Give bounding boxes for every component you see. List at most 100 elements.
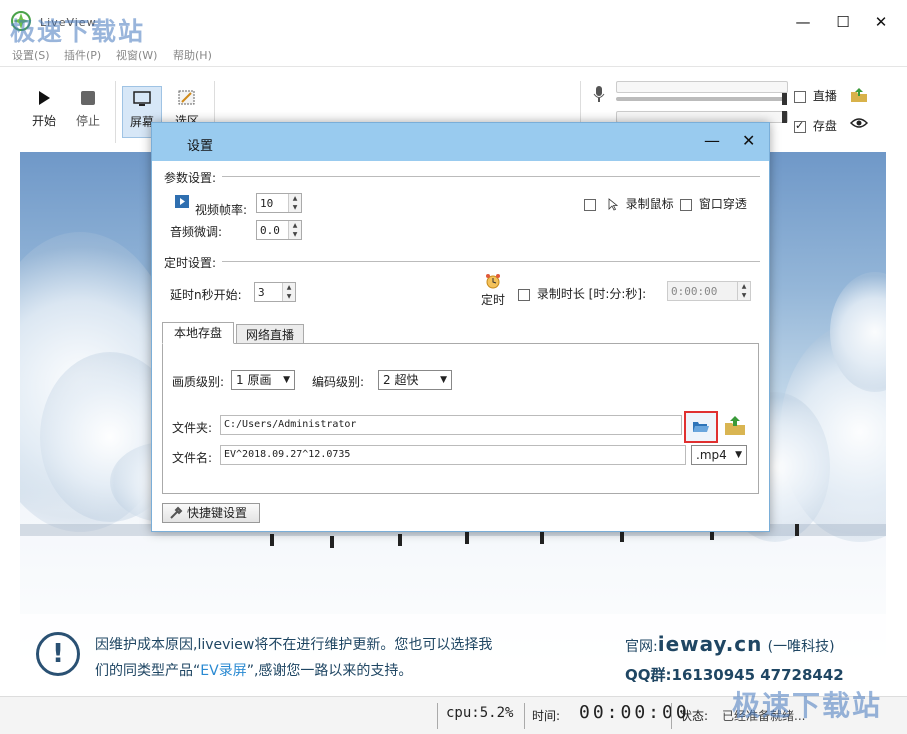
dialog-close-button[interactable]: ✕ <box>742 133 755 149</box>
cpu-usage: cpu:5.2% <box>446 705 514 721</box>
folder-path-input[interactable]: C:/Users/Administrator <box>220 415 682 435</box>
preview-eye-icon[interactable] <box>850 117 868 129</box>
filename-input[interactable]: EV^2018.09.27^12.0735 <box>220 445 686 465</box>
hotkey-settings-label: 快捷键设置 <box>187 506 248 520</box>
duration-value: 0:00:00 <box>671 285 718 298</box>
state-label: 状态: <box>680 709 709 723</box>
spin-arrows-icon[interactable]: ▲ ▼ <box>737 282 750 300</box>
title-bar: LiveView 极速下载站 — ☐ ✕ <box>0 0 907 46</box>
toolbar-divider <box>115 81 116 143</box>
menu-settings[interactable]: 设置(S) <box>12 47 50 63</box>
alarm-clock-icon <box>486 274 500 289</box>
params-section-title: 参数设置: <box>164 171 217 185</box>
spin-arrows-icon[interactable]: ▲ ▼ <box>288 194 301 212</box>
browse-folder-button[interactable] <box>684 411 718 443</box>
window-through-row[interactable]: 窗口穿透 <box>680 195 747 212</box>
chevron-down-icon: ▼ <box>440 375 447 385</box>
quality-value: 1 原画 <box>236 373 272 387</box>
record-mouse-checkbox[interactable] <box>584 198 596 211</box>
mic-volume-slider[interactable] <box>616 97 786 101</box>
quality-label: 画质级别: <box>172 375 225 389</box>
section-divider <box>222 261 760 262</box>
hotkey-settings-button[interactable]: 快捷键设置 <box>162 503 260 523</box>
window-through-checkbox[interactable] <box>680 198 692 211</box>
encode-value: 2 超快 <box>383 373 419 387</box>
record-mouse-row[interactable]: 录制鼠标 <box>584 195 674 212</box>
spin-arrows-icon[interactable]: ▲ ▼ <box>282 283 295 301</box>
live-label: 直播 <box>812 89 837 103</box>
live-checkbox[interactable] <box>794 90 806 103</box>
notice-line-1: 因维护成本原因,liveview将不在进行维护更新。您也可以选择我 <box>95 637 493 653</box>
audio-adjust-spinbox[interactable]: 0.0 ▲ ▼ <box>256 220 302 240</box>
audio-adjust-value: 0.0 <box>260 224 280 237</box>
notice-line-2a: 们的同类型产品“ <box>95 663 201 679</box>
record-duration-row[interactable]: 录制时长 [时:分:秒]: <box>518 285 646 302</box>
menu-view[interactable]: 视窗(W) <box>116 47 157 63</box>
mouse-cursor-icon <box>608 198 618 211</box>
menu-bar: 设置(S) 插件(P) 视窗(W) 帮助(H) <box>0 44 907 66</box>
dialog-title: 设置 <box>187 139 214 154</box>
qq-value: 16130945 47728442 <box>671 666 844 684</box>
tab-local-save[interactable]: 本地存盘 <box>162 322 234 344</box>
stop-button[interactable]: 停止 <box>68 82 108 138</box>
tab-network-live[interactable]: 网络直播 <box>236 324 304 344</box>
spin-arrows-icon[interactable]: ▲ ▼ <box>288 221 301 239</box>
dialog-minimize-button[interactable]: — <box>704 133 720 149</box>
timer-button[interactable]: 定时 <box>478 273 508 309</box>
extension-select[interactable]: .mp4 ▼ <box>691 445 747 465</box>
folder-label: 文件夹: <box>172 421 213 435</box>
monitor-icon <box>133 91 151 106</box>
quality-select[interactable]: 1 原画 ▼ <box>231 370 295 390</box>
minimize-button[interactable]: — <box>793 12 813 32</box>
timer-section-title: 定时设置: <box>164 256 217 270</box>
info-exclamation-icon: ! <box>36 632 80 676</box>
delay-start-spinbox[interactable]: 3 ▲ ▼ <box>254 282 296 302</box>
save-checkbox-row[interactable]: 存盘 <box>794 117 837 134</box>
window-through-label: 窗口穿透 <box>698 197 747 211</box>
delay-start-value: 3 <box>258 286 265 299</box>
record-mouse-label: 录制鼠标 <box>625 197 674 211</box>
record-duration-label: 录制时长 [时:分:秒]: <box>536 287 647 301</box>
filename-label: 文件名: <box>172 451 213 465</box>
ev-product-link[interactable]: EV录屏 <box>200 663 246 679</box>
qq-label: QQ群: <box>625 666 672 684</box>
settings-dialog: 设置 — ✕ 参数设置: 视频帧率: 10 ▲ ▼ 音频微调: 0.0 ▲ ▼ 录制… <box>151 122 770 532</box>
video-icon <box>175 195 189 208</box>
folder-upload-icon[interactable] <box>724 415 746 437</box>
company-name: (一唯科技) <box>767 639 835 655</box>
encode-label: 编码级别: <box>312 375 365 389</box>
speaker-volume-thumb[interactable] <box>782 111 787 123</box>
menu-help[interactable]: 帮助(H) <box>173 47 212 63</box>
video-fps-spinbox[interactable]: 10 ▲ ▼ <box>256 193 302 213</box>
notice-text: 因维护成本原因,liveview将不在进行维护更新。您也可以选择我 们的同类型产… <box>95 632 492 684</box>
open-folder-icon <box>693 422 709 432</box>
menu-plugins[interactable]: 插件(P) <box>64 47 101 63</box>
stop-icon <box>81 91 95 105</box>
status-divider <box>437 703 438 729</box>
record-duration-checkbox[interactable] <box>518 288 530 301</box>
folder-upload-icon[interactable] <box>850 87 868 103</box>
wrench-icon <box>170 506 183 519</box>
section-divider <box>222 176 760 177</box>
chevron-down-icon: ▼ <box>283 375 290 385</box>
microphone-icon[interactable] <box>592 85 606 103</box>
save-checkbox[interactable] <box>794 119 806 133</box>
encode-select[interactable]: 2 超快 ▼ <box>378 370 452 390</box>
stop-label: 停止 <box>75 114 100 128</box>
notice-line-2b: ”,感谢您一路以来的支持。 <box>246 663 413 679</box>
play-icon <box>39 91 50 105</box>
site-link[interactable]: ieway.cn <box>658 632 763 656</box>
site-label: 官网: <box>625 639 658 655</box>
timer-label: 定时 <box>480 293 505 307</box>
maximize-button[interactable]: ☐ <box>833 12 853 32</box>
start-label: 开始 <box>31 114 56 128</box>
live-checkbox-row[interactable]: 直播 <box>794 87 837 104</box>
duration-spinbox[interactable]: 0:00:00 ▲ ▼ <box>667 281 751 301</box>
mic-volume-thumb[interactable] <box>782 93 787 105</box>
dialog-title-bar[interactable]: 设置 — ✕ <box>152 123 769 161</box>
close-button[interactable]: ✕ <box>871 12 891 32</box>
start-button[interactable]: 开始 <box>24 82 64 138</box>
site-info: 官网:ieway.cn (一唯科技) QQ群:16130945 47728442 <box>625 630 844 689</box>
region-select-icon <box>178 90 195 105</box>
record-time: 00:00:00 <box>579 702 690 723</box>
